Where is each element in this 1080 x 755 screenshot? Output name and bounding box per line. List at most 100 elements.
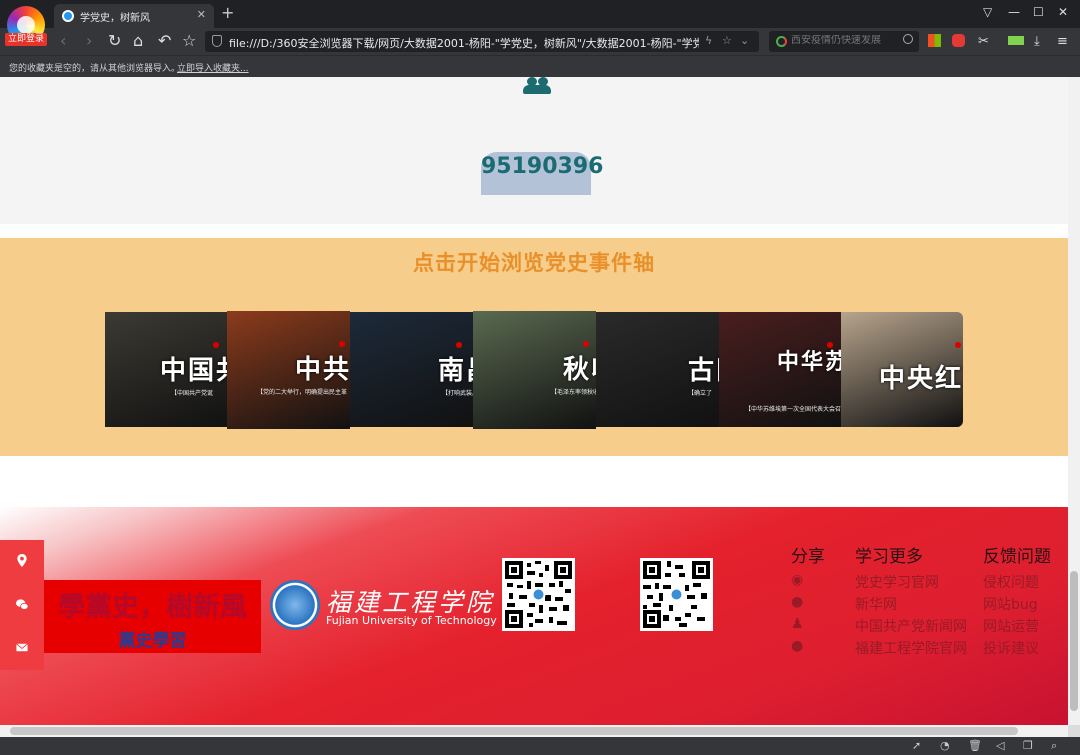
- security-shield-icon: [212, 35, 222, 47]
- address-bar[interactable]: file:///D:/360安全浏览器下载/网页/大数据2001-杨阳-"学党史…: [205, 31, 759, 52]
- search-icon[interactable]: [903, 34, 913, 44]
- card-title: 秋收: [563, 355, 596, 385]
- qr-code-1: [502, 558, 575, 631]
- bookmarks-empty-text: 您的收藏夹是空的，请从其他浏览器导入。: [9, 64, 181, 74]
- maximize-icon[interactable]: ☐: [1033, 5, 1044, 19]
- window-icon[interactable]: ❐: [1023, 739, 1033, 752]
- timeline-card-7[interactable]: 中央红军: [841, 312, 963, 427]
- learn-link-3[interactable]: 中国共产党新闻网: [855, 616, 967, 635]
- home-icon[interactable]: ⌂: [133, 32, 143, 50]
- browser-tab[interactable]: 学党史，树新风 ✕: [54, 4, 214, 28]
- lightning-icon[interactable]: ϟ: [705, 34, 712, 47]
- reload-icon[interactable]: ↻: [108, 32, 121, 50]
- brand-subtitle: 黨史學習: [118, 631, 187, 651]
- feedback-link-1[interactable]: 侵权问题: [983, 572, 1051, 591]
- close-window-icon[interactable]: ✕: [1058, 5, 1068, 19]
- menu-icon[interactable]: ≡: [1057, 33, 1068, 51]
- timeline-section: 点击开始浏览党史事件轴 中国共 【中国共产党诞 中共 【党的二大举行，明确提出民…: [0, 238, 1068, 456]
- visitor-counter-section: 95190396: [0, 77, 1068, 224]
- download-icon[interactable]: ⤓: [1034, 33, 1040, 51]
- forward-icon[interactable]: ›: [86, 32, 92, 50]
- feedback-link-4[interactable]: 投诉建议: [983, 638, 1051, 657]
- side-contact-bar: [0, 540, 44, 670]
- qr-code-2: [640, 558, 713, 631]
- tab-close-icon[interactable]: ✕: [197, 8, 206, 21]
- wechat-icon[interactable]: ●: [791, 594, 825, 611]
- footer-share-column: 分享 ◉ ● ♟ ●: [791, 542, 825, 655]
- school-emblem-icon: [270, 580, 320, 630]
- rocket-icon[interactable]: ➚: [912, 739, 921, 752]
- feedback-link-3[interactable]: 网站运营: [983, 616, 1051, 635]
- feedback-link-2[interactable]: 网站bug: [983, 594, 1051, 613]
- chat-icon[interactable]: ●: [791, 638, 825, 655]
- address-url[interactable]: file:///D:/360安全浏览器下载/网页/大数据2001-杨阳-"学党史…: [229, 35, 699, 51]
- timeline-card-1[interactable]: 中国共 【中国共产党诞: [105, 312, 231, 427]
- card-dot: [827, 342, 833, 348]
- new-tab-button[interactable]: +: [221, 3, 234, 22]
- speed-icon[interactable]: ◔: [940, 739, 950, 752]
- location-icon[interactable]: [15, 554, 29, 567]
- footer-learn-more-column: 学习更多 党史学习官网 新华网 中国共产党新闻网 福建工程学院官网: [855, 542, 967, 657]
- mail-icon[interactable]: [15, 641, 29, 654]
- apps-icon[interactable]: [928, 34, 941, 47]
- timeline-card-4[interactable]: 秋收 【毛泽东率领秋收起义: [473, 311, 596, 429]
- card-subtitle: 【毛泽东率领秋收起义: [551, 389, 596, 396]
- login-badge[interactable]: 立即登录: [5, 33, 47, 46]
- wechat-icon[interactable]: [15, 598, 29, 611]
- skin-icon[interactable]: ▽: [983, 5, 992, 19]
- search-input[interactable]: [791, 35, 896, 46]
- chevron-down-icon[interactable]: ⌄: [740, 34, 749, 47]
- timeline-title[interactable]: 点击开始浏览党史事件轴: [0, 247, 1068, 277]
- card-subtitle: 【打响武装反抗: [442, 390, 473, 397]
- back-icon[interactable]: ‹: [60, 32, 66, 50]
- minimize-icon[interactable]: —: [1008, 5, 1020, 19]
- timeline-card-3[interactable]: 南昌 【打响武装反抗: [350, 312, 473, 427]
- volume-icon[interactable]: ◁: [996, 739, 1004, 752]
- timeline-card-5[interactable]: 古田 【确立了: [596, 312, 719, 427]
- timeline-card-6[interactable]: 中华苏维 【中华苏维埃第一次全国代表大会召开: [719, 312, 841, 427]
- school-name-en: Fujian University of Technology: [326, 614, 497, 627]
- visitor-count: 95190396: [481, 154, 604, 179]
- bookmark-star-icon[interactable]: ☆: [722, 34, 732, 47]
- learn-link-2[interactable]: 新华网: [855, 594, 967, 613]
- card-title: 中共: [295, 355, 350, 385]
- card-title: 古田: [688, 356, 719, 386]
- vertical-scrollbar[interactable]: [1068, 77, 1080, 725]
- learn-link-4[interactable]: 福建工程学院官网: [855, 638, 967, 657]
- scissors-icon[interactable]: ✂: [978, 33, 989, 51]
- card-title: 南昌: [438, 356, 473, 386]
- brand-box: 學黨史，樹新風 黨史學習: [44, 580, 261, 653]
- search-engine-icon: [776, 36, 787, 47]
- browser-tab-bar: 学党史，树新风 ✕ + ▽ — ☐ ✕: [0, 0, 1080, 28]
- scroll-corner: [1068, 725, 1080, 737]
- battery-icon[interactable]: [1008, 36, 1024, 45]
- learn-more-title: 学习更多: [855, 547, 923, 567]
- users-icon: [523, 77, 553, 95]
- footer-feedback-column: 反馈问题 侵权问题 网站bug 网站运营 投诉建议: [983, 542, 1051, 657]
- import-bookmarks-link[interactable]: 立即导入收藏夹...: [177, 61, 249, 74]
- card-subtitle: 【确立了: [688, 390, 713, 397]
- status-bar: ➚ ◔ 🗑 ◁ ❐ ⌕: [0, 737, 1080, 755]
- card-title: 中央红军: [879, 364, 963, 394]
- favorite-star-icon[interactable]: ☆: [182, 32, 196, 50]
- vertical-scroll-thumb[interactable]: [1070, 571, 1078, 711]
- horizontal-scroll-thumb[interactable]: [10, 727, 1018, 735]
- search-box[interactable]: [769, 31, 919, 52]
- game-icon[interactable]: [952, 34, 965, 47]
- share-title: 分享: [791, 547, 825, 567]
- card-dot: [213, 342, 219, 348]
- qq-icon[interactable]: ♟: [791, 616, 825, 633]
- weibo-icon[interactable]: ◉: [791, 572, 825, 589]
- zoom-icon[interactable]: ⌕: [1051, 739, 1057, 753]
- card-subtitle: 【党的二大举行，明确提出民主革: [257, 389, 348, 396]
- undo-close-icon[interactable]: ↶: [158, 32, 171, 50]
- horizontal-scrollbar[interactable]: [0, 725, 1068, 737]
- timeline-card-2[interactable]: 中共 【党的二大举行，明确提出民主革: [227, 311, 350, 429]
- tab-favicon-icon: [62, 10, 74, 22]
- card-dot: [456, 342, 462, 348]
- trash-icon[interactable]: 🗑: [968, 739, 982, 752]
- card-subtitle: 【中华苏维埃第一次全国代表大会召开: [745, 406, 841, 413]
- card-dot: [955, 342, 961, 348]
- learn-link-1[interactable]: 党史学习官网: [855, 572, 967, 591]
- tab-title: 学党史，树新风: [80, 13, 150, 24]
